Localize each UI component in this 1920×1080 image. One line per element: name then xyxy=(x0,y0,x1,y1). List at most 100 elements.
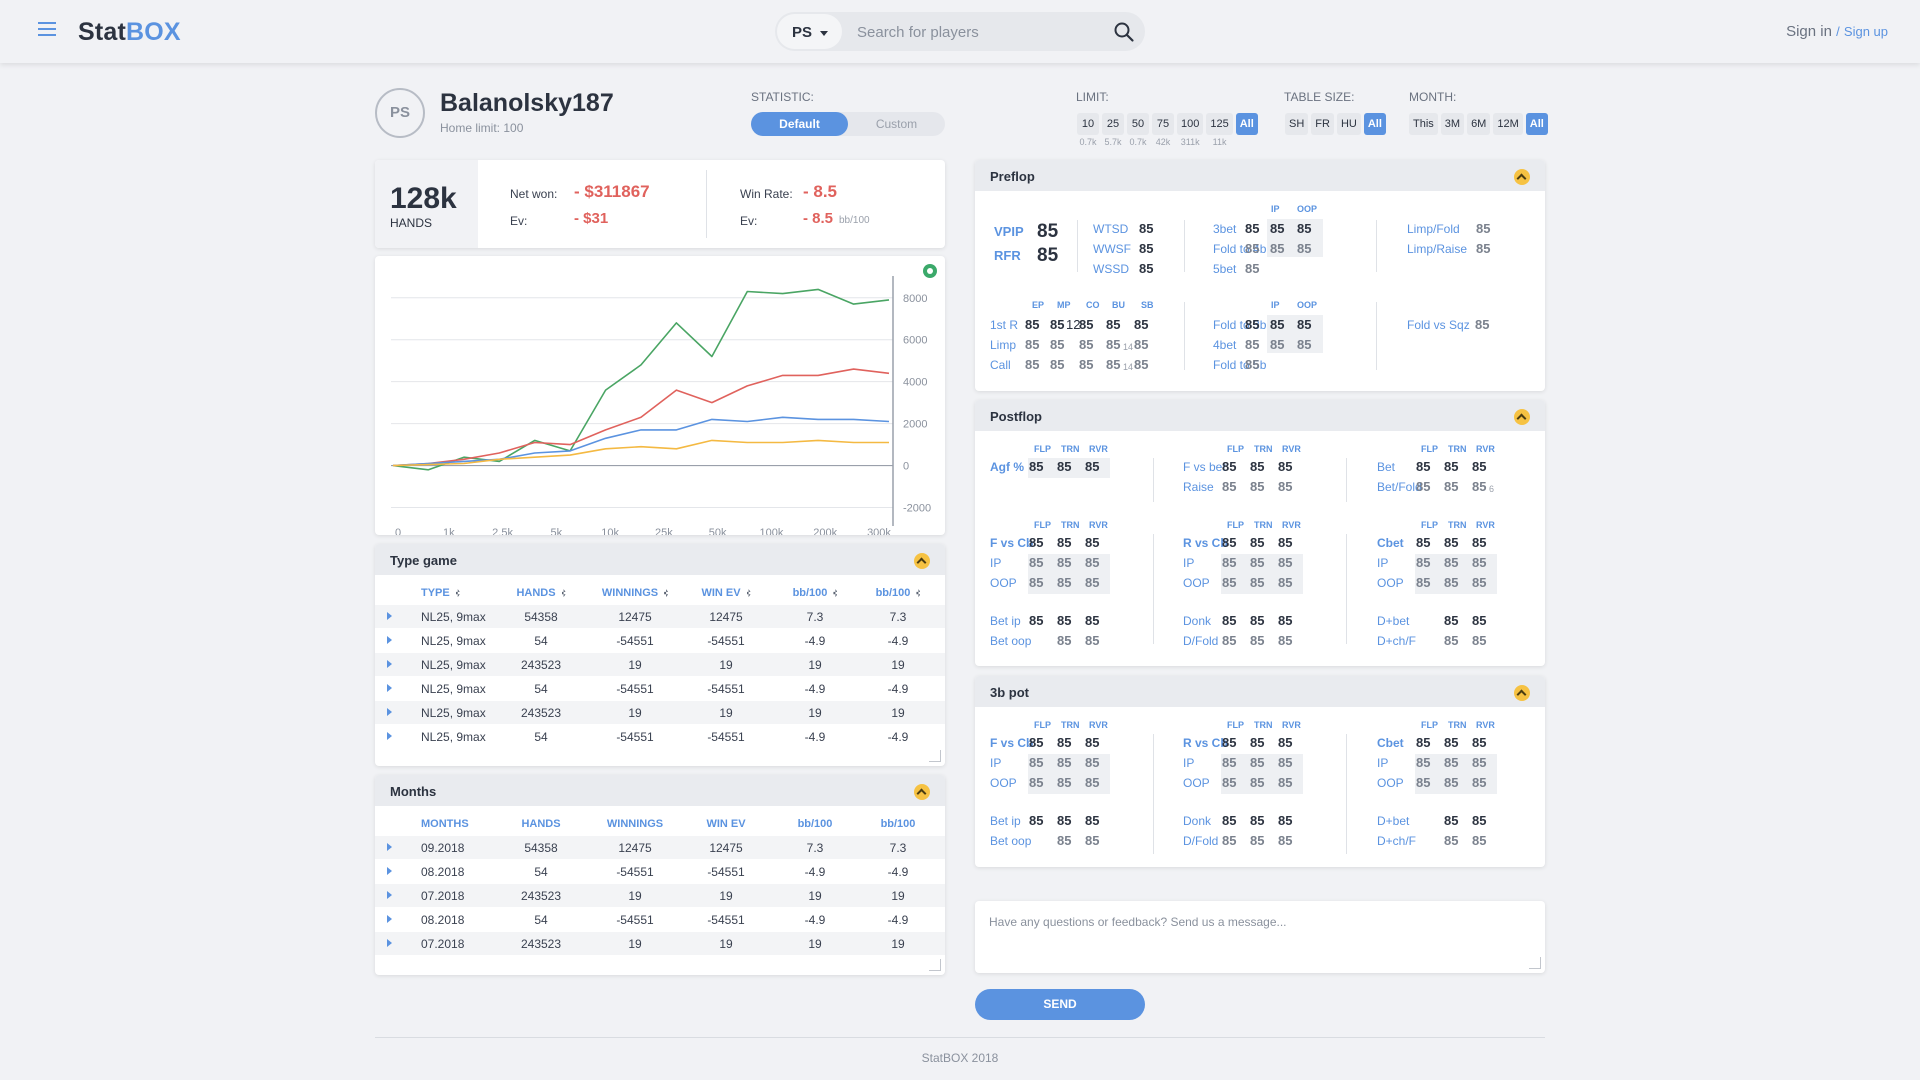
3b-pot-title: 3b pot xyxy=(975,676,1545,707)
limit-10-button[interactable]: 10 0.7k xyxy=(1077,113,1099,147)
table-row[interactable]: NL25, 9max 243523 19 19 19 19 xyxy=(375,701,945,725)
month-6m-button[interactable]: 6M xyxy=(1467,113,1491,135)
expand-row-caret-icon[interactable] xyxy=(375,836,395,859)
hands-header[interactable]: HANDS xyxy=(491,812,591,836)
limit-25-button[interactable]: 25 5.7k xyxy=(1102,113,1124,147)
winev-header[interactable]: WIN EV xyxy=(679,812,773,836)
x-tick-label: 25k xyxy=(655,527,673,535)
bet-label: Bet xyxy=(1377,460,1396,474)
sign-in-link[interactable]: Sign in xyxy=(1786,23,1832,40)
expand-row-caret-icon[interactable] xyxy=(375,605,395,628)
limit-75-button[interactable]: 75 42k xyxy=(1152,113,1174,147)
search-input[interactable] xyxy=(857,21,1087,43)
table-size-all-button[interactable]: All xyxy=(1363,113,1386,135)
summary-card: 128k HANDS Net won: - $311867 Ev: - $31 … xyxy=(375,160,945,248)
stat-value: 85 xyxy=(1029,575,1044,590)
sort-bb100-header[interactable]: bb/100 xyxy=(773,581,857,605)
resize-grip-icon[interactable] xyxy=(929,959,941,971)
expand-row-caret-icon[interactable] xyxy=(375,908,395,931)
stat-value: 85 xyxy=(1444,575,1459,590)
collapse-chevron-icon[interactable] xyxy=(1514,409,1530,425)
expand-row-caret-icon[interactable] xyxy=(375,884,395,907)
table-row[interactable]: 07.2018 243523 19 19 19 19 xyxy=(375,884,945,908)
search-icon[interactable] xyxy=(1113,21,1135,43)
month-all-button[interactable]: All xyxy=(1525,113,1548,135)
stat-value: 85 xyxy=(1029,775,1044,790)
month-3m-button[interactable]: 3M xyxy=(1440,113,1465,135)
months-cell: -4.9 xyxy=(887,913,909,927)
table-row[interactable]: 09.2018 54358 12475 12475 7.3 7.3 xyxy=(375,836,945,860)
type-game-cell: 19 xyxy=(808,706,822,720)
collapse-chevron-icon[interactable] xyxy=(914,553,930,569)
table-row[interactable]: 08.2018 54 -54551 -54551 -4.9 -4.9 xyxy=(375,860,945,884)
call-label: Call xyxy=(990,358,1011,372)
stat-value: 85 xyxy=(1444,813,1459,828)
site-select[interactable]: PS xyxy=(777,14,842,49)
wwsf-value: 85 xyxy=(1139,241,1154,256)
preflop-position-value: 85 xyxy=(1134,337,1149,352)
statistic-default-button[interactable]: Default xyxy=(751,112,848,136)
table-row[interactable]: NL25, 9max 243523 19 19 19 19 xyxy=(375,653,945,677)
months-header[interactable]: MONTHS xyxy=(395,812,491,836)
table-row[interactable]: 07.2018 243523 19 19 19 19 xyxy=(375,932,945,956)
type-game-cell: 54 xyxy=(534,682,548,696)
stat-value: 85 xyxy=(1444,775,1459,790)
stat-value: 85 xyxy=(1250,613,1265,628)
expand-row-caret-icon[interactable] xyxy=(375,725,395,748)
stat-value: 85 xyxy=(1278,813,1293,828)
stat-value: 85 xyxy=(1472,833,1487,848)
bb100-header[interactable]: bb/100 xyxy=(773,812,857,836)
table-size-sh-button[interactable]: SH xyxy=(1285,113,1309,135)
expand-row-caret-icon[interactable] xyxy=(375,860,395,883)
month-12m-button[interactable]: 12M xyxy=(1493,113,1523,135)
resize-grip-icon[interactable] xyxy=(929,750,941,762)
sort-winev-header[interactable]: WIN EV xyxy=(679,581,773,605)
type-game-title: Type game xyxy=(375,544,945,575)
expand-row-caret-icon[interactable] xyxy=(375,701,395,724)
feedback-textarea[interactable] xyxy=(989,915,1529,959)
expand-row-caret-icon[interactable] xyxy=(375,629,395,652)
table-row[interactable]: NL25, 9max 54 -54551 -54551 -4.9 -4.9 xyxy=(375,677,945,701)
collapse-chevron-icon[interactable] xyxy=(1514,685,1530,701)
limit-all-button[interactable]: All xyxy=(1235,113,1258,135)
table-row[interactable]: NL25, 9max 54 -54551 -54551 -4.9 -4.9 xyxy=(375,629,945,653)
hamburger-menu-icon[interactable] xyxy=(38,22,56,38)
table-row[interactable]: NL25, 9max 54 -54551 -54551 -4.9 -4.9 xyxy=(375,725,945,749)
expand-row-caret-icon[interactable] xyxy=(375,932,395,955)
month-this-button[interactable]: This xyxy=(1409,113,1438,135)
stat-value: 85 xyxy=(1222,575,1237,590)
table-row[interactable]: NL25, 9max 54358 12475 12475 7.3 7.3 xyxy=(375,605,945,629)
resize-grip-icon[interactable] xyxy=(1529,957,1541,969)
stat-value: 85 xyxy=(1222,613,1237,628)
send-button[interactable]: SEND xyxy=(975,989,1145,1020)
stat-value: 85 xyxy=(1472,535,1487,550)
limit-50-button[interactable]: 50 0.7k xyxy=(1127,113,1149,147)
limp-label: Limp xyxy=(990,338,1017,352)
hands-count: 128k xyxy=(390,182,457,215)
table-size-hu-button[interactable]: HU xyxy=(1336,113,1361,135)
table-size-fr-button[interactable]: FR xyxy=(1311,113,1334,135)
statistic-label: STATISTIC: xyxy=(751,90,814,104)
sort-winnings-header[interactable]: WINNINGS xyxy=(591,581,679,605)
red-series-line xyxy=(392,368,890,467)
limit-100-button[interactable]: 100 311k xyxy=(1177,113,1204,147)
statistic-custom-button[interactable]: Custom xyxy=(848,112,945,136)
logo[interactable]: StatBOX xyxy=(78,18,181,47)
expand-row-caret-icon[interactable] xyxy=(375,653,395,676)
expand-row-caret-icon[interactable] xyxy=(375,677,395,700)
preflop-position-value: 85 xyxy=(1079,317,1094,332)
type-game-rows: NL25, 9max 54358 12475 12475 7.3 7.3 NL25, 9ma… xyxy=(375,605,945,749)
winnings-header[interactable]: WINNINGS xyxy=(591,812,679,836)
sign-up-link[interactable]: Sign up xyxy=(1844,24,1888,39)
limit-125-button[interactable]: 125 11k xyxy=(1206,113,1233,147)
sort-bb100-ev-header[interactable]: bb/100 xyxy=(857,581,939,605)
collapse-chevron-icon[interactable] xyxy=(914,784,930,800)
table-row[interactable]: 08.2018 54 -54551 -54551 -4.9 -4.9 xyxy=(375,908,945,932)
bb100-ev-header[interactable]: bb/100 xyxy=(857,812,939,836)
stat-value: 85 xyxy=(1416,555,1431,570)
collapse-chevron-icon[interactable] xyxy=(1514,169,1530,185)
sort-type-header[interactable]: TYPE xyxy=(395,581,491,605)
month-label: MONTH: xyxy=(1409,90,1457,104)
preflop-position-value: 85 xyxy=(1106,337,1121,352)
sort-hands-header[interactable]: HANDS xyxy=(491,581,591,605)
